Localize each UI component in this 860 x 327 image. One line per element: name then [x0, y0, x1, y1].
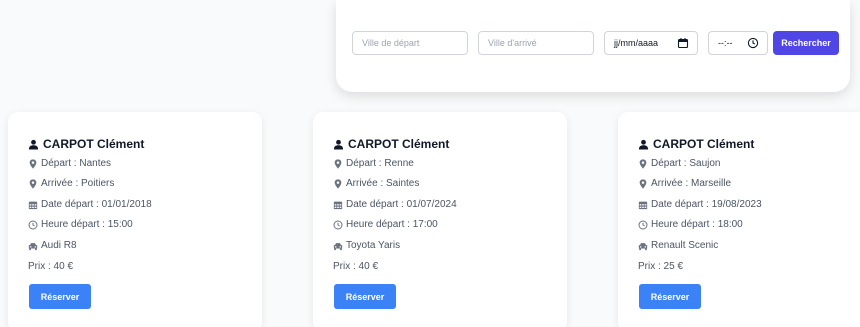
driver-name-row: CARPOT Clément	[28, 137, 144, 151]
departure-text: Départ : Nantes	[41, 158, 112, 169]
time-row: Heure départ : 15:00	[28, 219, 133, 230]
map-marker-icon	[639, 178, 647, 189]
map-marker-icon	[334, 158, 342, 169]
ride-card: CARPOT Clément Départ : Saujon Arrivée :…	[618, 112, 860, 327]
car-text: Audi R8	[41, 240, 77, 251]
book-button[interactable]: Réserver	[639, 284, 701, 309]
map-marker-icon	[29, 158, 37, 169]
departure-city-input[interactable]: Ville de départ	[352, 31, 468, 55]
map-marker-icon	[639, 158, 647, 169]
price-row: Prix : 40 €	[28, 261, 73, 272]
price-text: Prix : 40 €	[333, 261, 379, 272]
date-row: Date départ : 01/01/2018	[28, 199, 152, 210]
departure-text: Départ : Renne	[346, 158, 414, 169]
map-marker-icon	[334, 178, 342, 189]
arrival-text: Arrivée : Marseille	[651, 178, 732, 189]
ride-card: CARPOT Clément Départ : Nantes Arrivée :…	[8, 112, 262, 327]
date-text: Date départ : 01/07/2024	[346, 199, 457, 210]
arrival-row: Arrivée : Poitiers	[28, 178, 114, 189]
calendar-grid-icon	[28, 201, 38, 209]
time-placeholder: --:--	[718, 38, 733, 48]
departure-text: Départ : Saujon	[651, 158, 721, 169]
arrival-text: Arrivée : Poitiers	[41, 178, 115, 189]
map-marker-icon	[29, 178, 37, 189]
ride-card: CARPOT Clément Départ : Renne Arrivée : …	[313, 112, 567, 327]
price-text: Prix : 25 €	[638, 261, 684, 272]
arrival-row: Arrivée : Saintes	[333, 178, 419, 189]
clock-icon	[638, 219, 648, 230]
user-icon	[28, 139, 39, 150]
departure-row: Départ : Renne	[333, 158, 414, 169]
arrival-city-input[interactable]: Ville d'arrivé	[478, 31, 594, 55]
time-row: Heure départ : 17:00	[333, 219, 438, 230]
book-button[interactable]: Réserver	[29, 284, 91, 309]
driver-name: CARPOT Clément	[653, 137, 755, 151]
date-text: Date départ : 01/01/2018	[41, 199, 152, 210]
driver-name-row: CARPOT Clément	[638, 137, 754, 151]
time-text: Heure départ : 18:00	[651, 219, 743, 230]
date-row: Date départ : 19/08/2023	[638, 199, 762, 210]
date-row: Date départ : 01/07/2024	[333, 199, 457, 210]
driver-name-row: CARPOT Clément	[333, 137, 449, 151]
calendar-grid-icon	[333, 201, 343, 209]
clock-icon	[333, 219, 343, 230]
search-button[interactable]: Rechercher	[773, 31, 839, 55]
time-input[interactable]: --:--	[708, 31, 768, 55]
price-row: Prix : 40 €	[333, 261, 378, 272]
book-button[interactable]: Réserver	[334, 284, 396, 309]
calendar-grid-icon	[638, 201, 648, 209]
date-input[interactable]: jj/mm/aaaa	[604, 31, 698, 55]
price-text: Prix : 40 €	[28, 261, 74, 272]
arrival-text: Arrivée : Saintes	[346, 178, 420, 189]
user-icon	[333, 139, 344, 150]
time-row: Heure départ : 18:00	[638, 219, 743, 230]
arrival-city-placeholder: Ville d'arrivé	[488, 38, 537, 48]
car-row: Toyota Yaris	[333, 240, 400, 251]
date-placeholder: jj/mm/aaaa	[614, 38, 659, 48]
calendar-icon[interactable]	[677, 37, 689, 49]
clock-icon[interactable]	[747, 37, 759, 49]
driver-name: CARPOT Clément	[348, 137, 450, 151]
search-panel: Ville de départ Ville d'arrivé jj/mm/aaa…	[336, 0, 850, 92]
time-text: Heure départ : 15:00	[41, 219, 133, 230]
arrival-row: Arrivée : Marseille	[638, 178, 731, 189]
driver-name: CARPOT Clément	[43, 137, 145, 151]
departure-city-placeholder: Ville de départ	[362, 38, 420, 48]
date-text: Date départ : 19/08/2023	[651, 199, 762, 210]
car-icon	[333, 242, 343, 250]
car-row: Renault Scenic	[638, 240, 718, 251]
car-icon	[638, 242, 648, 250]
car-text: Renault Scenic	[651, 240, 719, 251]
clock-icon	[28, 219, 38, 230]
departure-row: Départ : Nantes	[28, 158, 111, 169]
car-icon	[28, 242, 38, 250]
car-row: Audi R8	[28, 240, 77, 251]
car-text: Toyota Yaris	[346, 240, 401, 251]
time-text: Heure départ : 17:00	[346, 219, 438, 230]
price-row: Prix : 25 €	[638, 261, 683, 272]
user-icon	[638, 139, 649, 150]
departure-row: Départ : Saujon	[638, 158, 721, 169]
